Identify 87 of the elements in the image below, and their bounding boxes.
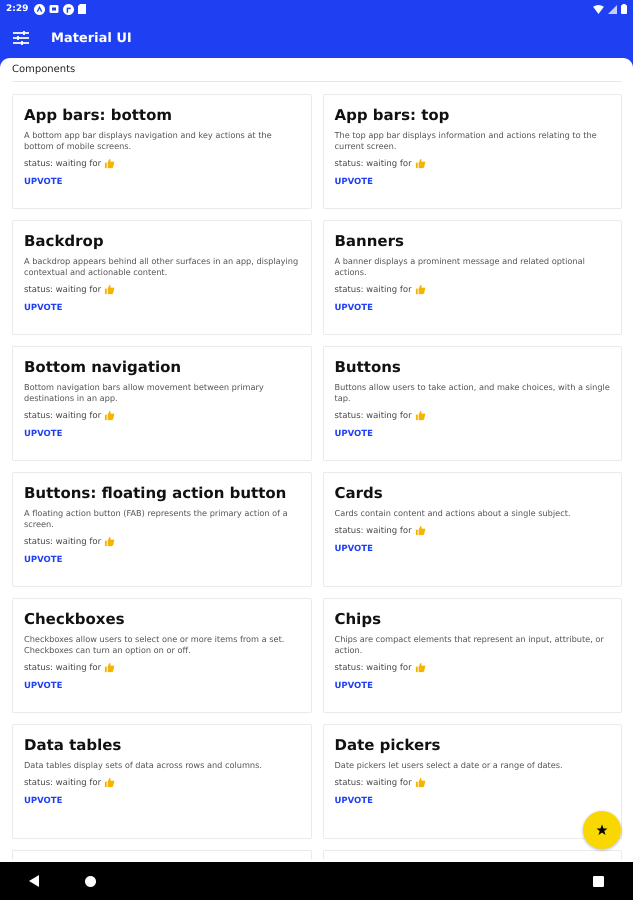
battery-icon xyxy=(621,4,627,14)
component-card[interactable]: Data tables Data tables display sets of data across rows and columns. status: waiting for UPVOTE xyxy=(12,724,312,839)
status-text: status: waiting for xyxy=(334,158,412,168)
app-title: Material UI xyxy=(51,30,132,46)
card-description: Data tables display sets of data across rows and columns. xyxy=(24,760,263,771)
status-text: status: waiting for xyxy=(334,778,412,788)
recents-icon[interactable] xyxy=(593,876,604,886)
thumbs-up-icon xyxy=(104,536,116,547)
signal-icon xyxy=(608,4,617,14)
status-text: status: waiting for xyxy=(334,662,412,672)
upvote-button[interactable]: UPVOTE xyxy=(24,553,62,567)
upvote-button[interactable]: UPVOTE xyxy=(334,542,373,556)
thumbs-up-icon xyxy=(104,410,116,421)
component-card[interactable]: Banners A banner displays a prominent message and related optional actions. status: waiting for UPVOTE xyxy=(322,220,622,335)
upvote-button[interactable]: UPVOTE xyxy=(24,794,62,808)
status-text: status: waiting for xyxy=(24,284,102,294)
card-title: App bars: bottom xyxy=(24,106,174,124)
upvote-button[interactable]: UPVOTE xyxy=(334,175,373,189)
card-description: A banner displays a prominent message and related optional actions. xyxy=(334,256,586,278)
card-description: Bottom navigation bars allow movement between primary destinations in an app. xyxy=(24,382,265,404)
component-card[interactable]: Date pickers Date pickers let users select a date or a range of dates. status: waiting for UPVOTE xyxy=(322,724,622,839)
card-description: A floating action button (FAB) represents the primary action of a screen. xyxy=(24,508,289,530)
status-text: status: waiting for xyxy=(334,526,412,536)
status-text: status: waiting for xyxy=(24,662,102,672)
thumbs-up-icon xyxy=(104,158,116,169)
card-title: Buttons xyxy=(334,358,402,376)
card-title: Cards xyxy=(334,484,384,502)
thumbs-up-icon xyxy=(104,662,116,673)
thumbs-up-icon xyxy=(414,410,426,421)
card-title: Buttons: floating action button xyxy=(24,484,288,502)
wifi-icon xyxy=(593,4,604,14)
component-card[interactable]: Bottom navigation Bottom navigation bars allow movement between primary destinations in an app. status: waiting for UPVOTE xyxy=(12,346,312,461)
status-text: status: waiting for xyxy=(334,410,412,420)
thumbs-up-icon xyxy=(414,777,426,788)
status-text: status: waiting for xyxy=(24,410,102,420)
card-title: App bars: top xyxy=(334,106,450,124)
status-text: status: waiting for xyxy=(334,284,412,294)
card-title: Data tables xyxy=(24,736,122,754)
card-description: A bottom app bar displays navigation and key actions at the bottom of mobile screens. xyxy=(24,130,273,152)
component-card[interactable]: App bars: top The top app bar displays information and actions relating to the current screen. status: waiting for UPVOTE xyxy=(322,94,622,209)
filter-icon[interactable] xyxy=(13,31,29,45)
home-icon[interactable] xyxy=(85,876,96,886)
component-card[interactable]: Cards Cards contain content and actions about a single subject. status: waiting for UPVOTE xyxy=(322,472,622,587)
section-title: Components xyxy=(12,58,622,82)
upvote-button[interactable]: UPVOTE xyxy=(334,679,373,693)
card-description: Cards contain content and actions about a single subject. xyxy=(334,508,572,519)
card-title: Date pickers xyxy=(334,736,442,754)
upvote-button[interactable]: UPVOTE xyxy=(334,301,373,315)
card-title: Chips xyxy=(334,610,382,628)
notification-icon xyxy=(34,4,46,14)
status-text: status: waiting for xyxy=(24,536,102,546)
status-text: status: waiting for xyxy=(24,158,102,168)
card-title: Checkboxes xyxy=(24,610,126,628)
back-icon[interactable] xyxy=(29,875,39,887)
component-card[interactable]: Backdrop A backdrop appears behind all other surfaces in an app, displaying contextual and actionable content. status: waiting for UPVOTE xyxy=(12,220,312,335)
thumbs-up-icon xyxy=(414,158,426,169)
notification-icon xyxy=(63,4,74,14)
upvote-button[interactable]: UPVOTE xyxy=(334,794,373,808)
star-icon xyxy=(596,824,608,836)
thumbs-up-icon xyxy=(414,284,426,295)
card-title: Banners xyxy=(334,232,405,250)
status-time: 2:29 xyxy=(6,4,28,14)
upvote-button[interactable]: UPVOTE xyxy=(334,427,373,441)
upvote-button[interactable]: UPVOTE xyxy=(24,427,62,441)
card-description: The top app bar displays information and actions relating to the current screen. xyxy=(334,130,598,152)
upvote-button[interactable]: UPVOTE xyxy=(24,301,62,315)
component-card[interactable]: Buttons Buttons allow users to take action, and make choices, with a single tap. status: waiting for UPVOTE xyxy=(322,346,622,461)
component-card[interactable]: App bars: bottom A bottom app bar displays navigation and key actions at the bottom of mobile screens. status: waiting for UPVOTE xyxy=(12,94,312,209)
component-card[interactable]: Buttons: floating action button A floating action button (FAB) represents the primary action of a screen. status: waiting for UPVOTE xyxy=(12,472,312,587)
thumbs-up-icon xyxy=(414,662,426,673)
card-description: Chips are compact elements that represent an input, attribute, or action. xyxy=(334,634,605,656)
thumbs-up-icon xyxy=(414,525,426,536)
notification-icon xyxy=(49,4,60,14)
component-card[interactable]: Checkboxes Checkboxes allow users to select one or more items from a set. Checkboxes can turn an option on or off. status: waiting for UPVOTE xyxy=(12,598,312,713)
card-title: Bottom navigation xyxy=(24,358,182,376)
component-card[interactable]: Chips Chips are compact elements that represent an input, attribute, or action. status: waiting for UPVOTE xyxy=(322,598,622,713)
card-description: Date pickers let users select a date or a range of dates. xyxy=(334,760,564,771)
card-description: Buttons allow users to take action, and make choices, with a single tap. xyxy=(334,382,610,404)
card-description: A backdrop appears behind all other surfaces in an app, displaying contextual and actionable content. xyxy=(24,256,300,278)
upvote-button[interactable]: UPVOTE xyxy=(24,175,62,189)
card-description: Checkboxes allow users to select one or more items from a set. Checkboxes can turn an option on or off. xyxy=(24,634,286,656)
upvote-button[interactable]: UPVOTE xyxy=(24,679,62,693)
thumbs-up-icon xyxy=(104,777,116,788)
status-text: status: waiting for xyxy=(24,778,102,788)
thumbs-up-icon xyxy=(104,284,116,295)
card-title: Backdrop xyxy=(24,232,105,250)
sd-card-icon xyxy=(78,4,86,14)
